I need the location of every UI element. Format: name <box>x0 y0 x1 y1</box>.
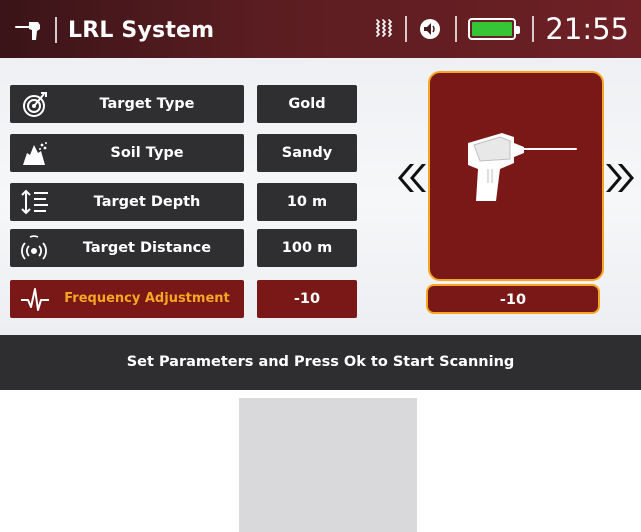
device-value: -10 <box>426 284 600 314</box>
chevron-double-left-icon[interactable] <box>392 158 428 198</box>
param-label-text: Soil Type <box>110 145 184 161</box>
param-label-target-depth[interactable]: Target Depth <box>10 183 244 221</box>
param-value-target-depth[interactable]: 10 m <box>257 183 357 221</box>
status-bar-left: LRL System <box>14 10 214 50</box>
param-value-target-distance[interactable]: 100 m <box>257 229 357 267</box>
status-divider <box>455 16 458 42</box>
lrl-screen: LRL System 21:55 Target Type Gold Soil T… <box>0 0 641 390</box>
status-divider <box>55 17 57 43</box>
signal-icon <box>21 235 47 260</box>
status-divider <box>532 16 535 42</box>
clock: 21:55 <box>545 12 629 46</box>
device-card[interactable] <box>428 71 604 281</box>
param-label-target-distance[interactable]: Target Distance <box>10 229 244 267</box>
param-label-frequency-adjustment[interactable]: Frequency Adjustment <box>10 280 244 318</box>
main-panel: Target Type Gold Soil Type Sandy Target … <box>0 58 641 335</box>
param-value-target-type[interactable]: Gold <box>257 85 357 123</box>
battery-tip <box>516 26 521 34</box>
param-value-frequency-adjustment[interactable]: -10 <box>257 280 357 318</box>
param-label-text: Target Type <box>99 96 195 112</box>
status-bar-right: 21:55 <box>374 9 629 49</box>
vibration-icon <box>376 19 393 37</box>
status-bar: LRL System 21:55 <box>0 0 641 58</box>
param-value-soil-type[interactable]: Sandy <box>257 134 357 172</box>
param-label-text: Target Distance <box>82 240 212 256</box>
param-label-text: Target Depth <box>93 194 201 210</box>
speaker-icon[interactable] <box>418 17 444 41</box>
battery-icon <box>468 18 521 40</box>
param-label-text: Frequency Adjustment <box>64 291 230 306</box>
depth-icon <box>21 189 48 215</box>
metal-detector-icon <box>15 22 40 40</box>
instruction-message: Set Parameters and Press Ok to Start Sca… <box>0 335 641 390</box>
soil-icon <box>23 142 47 165</box>
image-placeholder <box>239 398 417 532</box>
app-title: LRL System <box>68 17 215 43</box>
waveform-icon <box>21 288 49 311</box>
status-divider <box>405 16 408 42</box>
chevron-double-right-icon[interactable] <box>604 158 640 198</box>
detector-device-icon <box>468 133 577 201</box>
target-icon <box>23 92 47 117</box>
battery-level <box>472 22 513 36</box>
param-label-target-type[interactable]: Target Type <box>10 85 244 123</box>
param-label-soil-type[interactable]: Soil Type <box>10 134 244 172</box>
